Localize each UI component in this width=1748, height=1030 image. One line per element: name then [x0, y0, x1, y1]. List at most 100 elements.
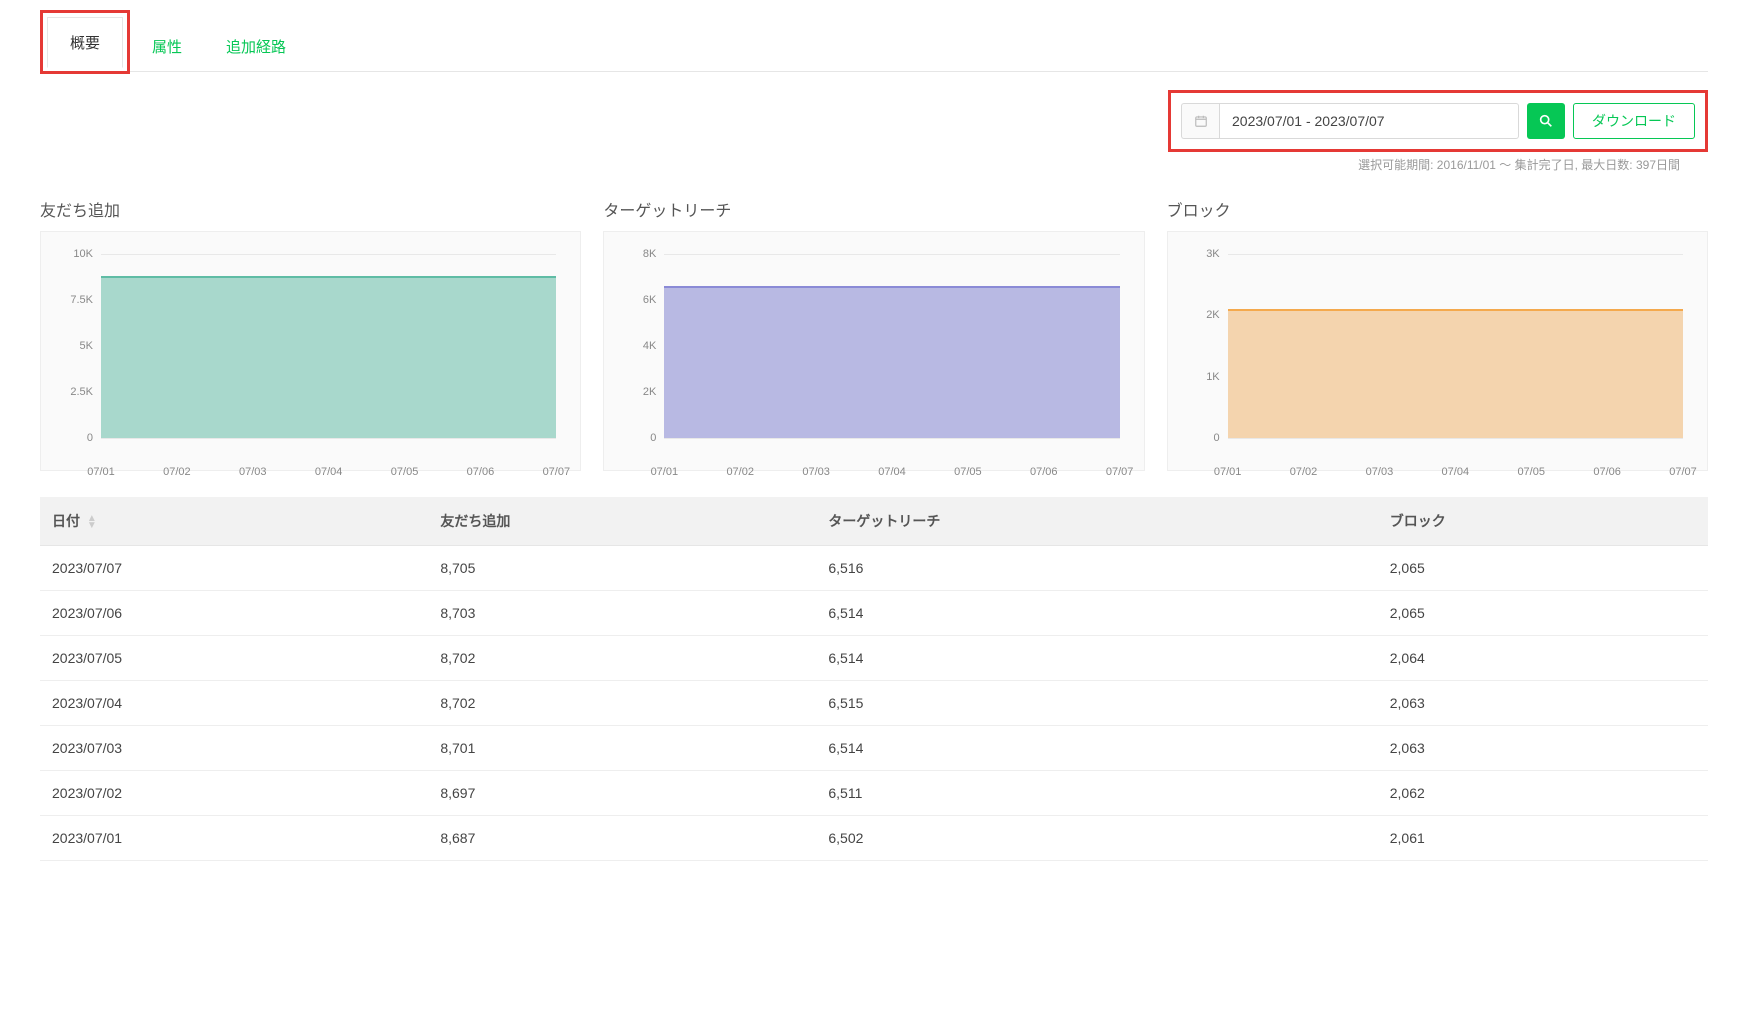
- cell-friends: 8,687: [428, 816, 816, 861]
- x-tick: 07/02: [163, 466, 191, 478]
- y-tick: 8K: [622, 248, 656, 260]
- x-tick: 07/06: [467, 466, 495, 478]
- chart-area-line: [664, 286, 1119, 288]
- cell-friends: 8,701: [428, 726, 816, 771]
- y-tick: 5K: [59, 340, 93, 352]
- cell-block: 2,062: [1378, 771, 1708, 816]
- cell-reach: 6,514: [816, 636, 1377, 681]
- x-tick: 07/03: [1366, 466, 1394, 478]
- col-date[interactable]: 日付 ▲▼: [40, 497, 428, 546]
- cell-friends: 8,697: [428, 771, 816, 816]
- search-button[interactable]: [1527, 103, 1565, 139]
- y-tick: 1K: [1186, 371, 1220, 383]
- cell-date: 2023/07/04: [40, 681, 428, 726]
- y-tick: 2.5K: [59, 386, 93, 398]
- chart-title-friends: 友だち追加: [40, 197, 581, 221]
- download-button[interactable]: ダウンロード: [1573, 103, 1695, 139]
- x-tick: 07/04: [1442, 466, 1470, 478]
- y-tick: 4K: [622, 340, 656, 352]
- table-row: 2023/07/038,7016,5142,063: [40, 726, 1708, 771]
- cell-reach: 6,514: [816, 591, 1377, 636]
- cell-reach: 6,502: [816, 816, 1377, 861]
- chart-area-line: [1228, 309, 1683, 311]
- y-tick: 3K: [1186, 248, 1220, 260]
- x-tick: 07/04: [315, 466, 343, 478]
- y-tick: 2K: [1186, 309, 1220, 321]
- table-row: 2023/07/028,6976,5112,062: [40, 771, 1708, 816]
- y-tick: 0: [59, 432, 93, 444]
- cell-date: 2023/07/07: [40, 546, 428, 591]
- cell-date: 2023/07/01: [40, 816, 428, 861]
- tab-overview-highlight: 概要: [40, 10, 130, 74]
- x-tick: 07/04: [878, 466, 906, 478]
- x-tick: 07/05: [391, 466, 419, 478]
- chart-title-block: ブロック: [1167, 197, 1708, 221]
- cell-friends: 8,705: [428, 546, 816, 591]
- tab-route[interactable]: 追加経路: [204, 22, 308, 71]
- cell-friends: 8,702: [428, 636, 816, 681]
- cell-reach: 6,511: [816, 771, 1377, 816]
- cell-block: 2,063: [1378, 726, 1708, 771]
- cell-block: 2,065: [1378, 591, 1708, 636]
- chart-area-line: [101, 276, 556, 278]
- cell-date: 2023/07/06: [40, 591, 428, 636]
- y-tick: 6K: [622, 294, 656, 306]
- x-tick: 07/02: [726, 466, 754, 478]
- x-tick: 07/06: [1593, 466, 1621, 478]
- tab-overview[interactable]: 概要: [47, 17, 123, 68]
- table-row: 2023/07/048,7026,5152,063: [40, 681, 1708, 726]
- y-tick: 7.5K: [59, 294, 93, 306]
- cell-block: 2,063: [1378, 681, 1708, 726]
- tab-attribute[interactable]: 属性: [130, 22, 204, 71]
- cell-reach: 6,515: [816, 681, 1377, 726]
- x-tick: 07/07: [543, 466, 571, 478]
- y-tick: 0: [622, 432, 656, 444]
- controls-row: ダウンロード: [40, 90, 1708, 152]
- y-tick: 10K: [59, 248, 93, 260]
- table-row: 2023/07/068,7036,5142,065: [40, 591, 1708, 636]
- chart-area-fill: [1228, 311, 1683, 438]
- x-tick: 07/03: [802, 466, 830, 478]
- x-tick: 07/06: [1030, 466, 1058, 478]
- col-date-label: 日付: [52, 513, 80, 529]
- x-tick: 07/05: [954, 466, 982, 478]
- chart-area-fill: [664, 288, 1119, 438]
- table-row: 2023/07/058,7026,5142,064: [40, 636, 1708, 681]
- cell-block: 2,064: [1378, 636, 1708, 681]
- chart-card-reach: ターゲットリーチ02K4K6K8K07/0107/0207/0307/0407/…: [603, 197, 1144, 471]
- cell-reach: 6,516: [816, 546, 1377, 591]
- controls-highlight: ダウンロード: [1168, 90, 1708, 152]
- y-tick: 0: [1186, 432, 1220, 444]
- calendar-icon: [1181, 103, 1219, 139]
- cell-reach: 6,514: [816, 726, 1377, 771]
- date-range-wrap: [1181, 103, 1519, 139]
- chart-title-reach: ターゲットリーチ: [603, 197, 1144, 221]
- cell-block: 2,065: [1378, 546, 1708, 591]
- sort-icon: ▲▼: [87, 515, 97, 529]
- date-hint-text: 選択可能期間: 2016/11/01 ～ 集計完了日, 最大日数: 397日間: [1358, 156, 1680, 173]
- table-header-row: 日付 ▲▼ 友だち追加 ターゲットリーチ ブロック: [40, 497, 1708, 546]
- table-row: 2023/07/018,6876,5022,061: [40, 816, 1708, 861]
- x-tick: 07/01: [651, 466, 679, 478]
- cell-date: 2023/07/02: [40, 771, 428, 816]
- x-tick: 07/01: [1214, 466, 1242, 478]
- col-friends: 友だち追加: [428, 497, 816, 546]
- chart-card-block: ブロック01K2K3K07/0107/0207/0307/0407/0507/0…: [1167, 197, 1708, 471]
- x-tick: 07/01: [87, 466, 115, 478]
- chart-card-friends: 友だち追加02.5K5K7.5K10K07/0107/0207/0307/040…: [40, 197, 581, 471]
- cell-block: 2,061: [1378, 816, 1708, 861]
- cell-friends: 8,703: [428, 591, 816, 636]
- date-range-input[interactable]: [1219, 103, 1519, 139]
- charts-row: 友だち追加02.5K5K7.5K10K07/0107/0207/0307/040…: [40, 197, 1708, 471]
- table-row: 2023/07/078,7056,5162,065: [40, 546, 1708, 591]
- x-tick: 07/03: [239, 466, 267, 478]
- tabs-bar: 概要 属性 追加経路: [40, 10, 1708, 72]
- chart-area-fill: [101, 278, 556, 438]
- cell-date: 2023/07/03: [40, 726, 428, 771]
- col-block: ブロック: [1378, 497, 1708, 546]
- cell-date: 2023/07/05: [40, 636, 428, 681]
- x-tick: 07/07: [1669, 466, 1697, 478]
- y-tick: 2K: [622, 386, 656, 398]
- search-icon: [1538, 113, 1554, 129]
- x-tick: 07/02: [1290, 466, 1318, 478]
